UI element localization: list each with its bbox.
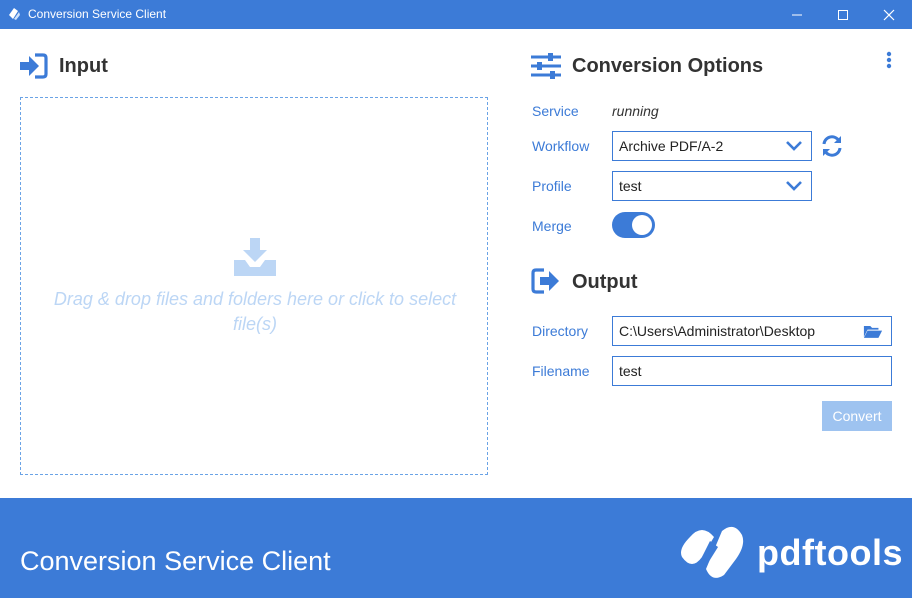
close-button[interactable]	[866, 0, 912, 29]
workflow-label: Workflow	[532, 138, 590, 154]
toggle-knob	[632, 215, 652, 235]
profile-label: Profile	[532, 178, 572, 194]
window-title: Conversion Service Client	[28, 7, 167, 21]
file-dropzone[interactable]	[20, 97, 488, 475]
brand-name: pdftools	[757, 532, 903, 573]
refresh-button[interactable]	[820, 134, 844, 158]
sliders-icon	[531, 52, 561, 80]
output-heading: Output	[572, 271, 638, 293]
pdftools-logo-icon	[680, 525, 746, 584]
filename-value: test	[619, 363, 642, 379]
sign-in-icon	[18, 53, 48, 79]
profile-value: test	[619, 178, 642, 194]
maximize-button[interactable]	[820, 0, 866, 29]
folder-open-icon	[863, 325, 883, 338]
more-options-button[interactable]	[882, 50, 896, 70]
profile-select[interactable]: test	[612, 171, 812, 201]
vertical-ellipsis-icon	[886, 51, 892, 69]
download-tray-icon	[234, 238, 276, 281]
chevron-down-icon	[783, 175, 805, 197]
filename-field[interactable]: test	[612, 356, 892, 386]
minimize-icon	[792, 14, 802, 15]
dropzone-text: Drag & drop files and folders here or cl…	[53, 289, 457, 334]
chevron-down-icon	[783, 135, 805, 157]
filename-label: Filename	[532, 363, 590, 379]
directory-value: C:\Users\Administrator\Desktop	[619, 323, 816, 339]
merge-toggle[interactable]	[612, 212, 655, 238]
service-status: running	[612, 103, 659, 119]
workflow-select[interactable]: Archive PDF/A-2	[612, 131, 812, 161]
service-label: Service	[532, 103, 579, 119]
title-bar: Conversion Service Client	[0, 0, 912, 29]
convert-button[interactable]: Convert	[822, 401, 892, 431]
maximize-icon	[838, 9, 848, 20]
browse-folder-button[interactable]	[861, 320, 885, 342]
footer-title: Conversion Service Client	[20, 546, 331, 576]
sign-out-icon	[531, 268, 561, 294]
app-icon	[6, 6, 22, 22]
input-heading: Input	[59, 55, 108, 77]
workflow-value: Archive PDF/A-2	[619, 138, 724, 154]
conversion-options-heading: Conversion Options	[572, 55, 764, 77]
directory-field[interactable]: C:\Users\Administrator\Desktop	[612, 316, 892, 346]
close-icon	[883, 9, 895, 20]
merge-label: Merge	[532, 218, 572, 234]
refresh-icon	[822, 135, 842, 157]
directory-label: Directory	[532, 323, 589, 339]
minimize-button[interactable]	[774, 0, 820, 29]
